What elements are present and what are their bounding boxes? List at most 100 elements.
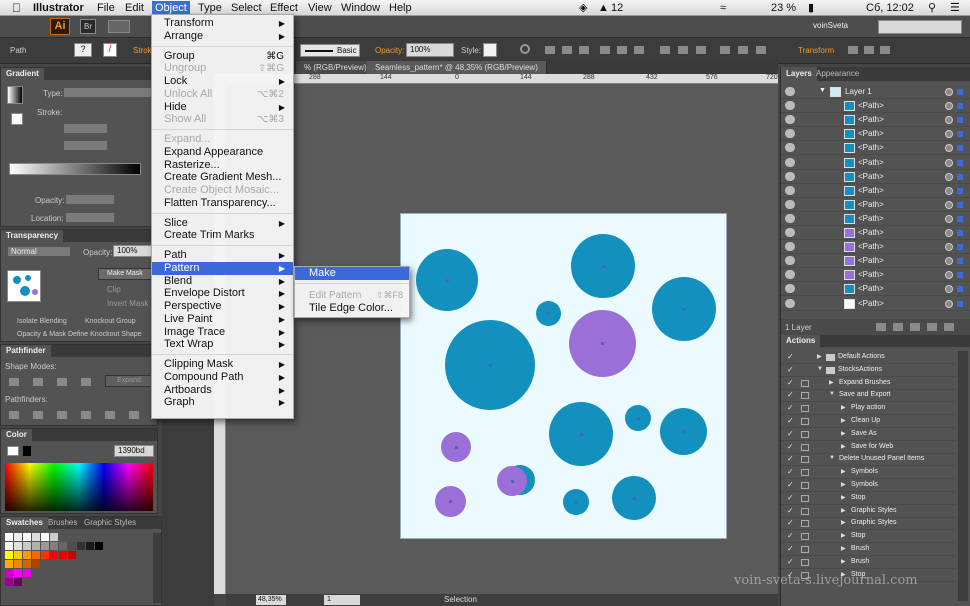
selection-indicator[interactable] [957, 173, 963, 180]
action-row[interactable]: ✓ ▶ Save for Web [781, 441, 956, 454]
delete-layer-icon[interactable] [944, 323, 954, 331]
expand-triangle-icon[interactable]: ▶ [841, 545, 846, 552]
action-row[interactable]: ✓ ▶ Symbols [781, 466, 956, 480]
tab-actions[interactable]: Actions [781, 335, 821, 347]
transform-link[interactable]: Transform [798, 46, 834, 55]
action-row[interactable]: ✓ ▶ Save As [781, 428, 956, 441]
purple-circle[interactable] [569, 310, 636, 377]
minus-front-icon[interactable] [33, 378, 43, 386]
tab-gradient[interactable]: Gradient [1, 68, 44, 80]
selection-indicator[interactable] [957, 230, 963, 236]
selection-indicator[interactable] [957, 272, 963, 279]
make-mask-button[interactable]: Make Mask [98, 268, 152, 280]
action-row[interactable]: ✓ ▶ Expand Brushes [781, 377, 956, 390]
isolate-group-icon[interactable] [848, 46, 858, 54]
action-row[interactable]: ✓ ▶ Brush [781, 543, 956, 556]
blue-circle[interactable] [536, 301, 561, 326]
gradient-opacity-field[interactable] [65, 194, 115, 205]
menu-item-show-all[interactable]: Show All ⌥⌘3 [152, 113, 293, 126]
expand-triangle-icon[interactable]: ▶ [841, 507, 846, 514]
artboard-navigation[interactable]: 1 [324, 595, 360, 605]
action-row[interactable]: ✓ ▶ Brush [781, 556, 956, 569]
dialog-toggle-icon[interactable] [801, 405, 809, 413]
menu-item-blend[interactable]: Blend ▶ [152, 275, 293, 288]
align-right-icon[interactable] [579, 46, 589, 54]
adobe-icon[interactable]: ▲ [598, 1, 609, 15]
purple-circle[interactable] [497, 466, 527, 496]
menu-item-perspective[interactable]: Perspective ▶ [152, 300, 293, 313]
visibility-eye-icon[interactable] [785, 242, 795, 252]
blue-circle[interactable] [571, 234, 635, 298]
menu-help[interactable]: Help [389, 1, 412, 15]
menu-item-compound-path[interactable]: Compound Path ▶ [152, 371, 293, 384]
clip-checkbox[interactable]: Clip [107, 285, 121, 294]
tab-document-seamless-pattern[interactable]: Seamless_pattern* @ 48,35% (RGB/Preview) [367, 61, 547, 74]
check-icon[interactable]: ✓ [787, 378, 794, 387]
expand-triangle-icon[interactable]: ▶ [841, 494, 846, 501]
check-icon[interactable]: ✓ [787, 403, 794, 412]
actions-scrollbar[interactable] [958, 351, 968, 601]
target-icon[interactable] [945, 130, 953, 139]
expand-triangle-icon[interactable]: ▶ [841, 430, 846, 437]
check-icon[interactable]: ✓ [787, 518, 794, 527]
visibility-eye-icon[interactable] [785, 115, 795, 125]
selection-indicator[interactable] [957, 215, 963, 222]
visibility-eye-icon[interactable] [785, 270, 795, 280]
expand-triangle-icon[interactable]: ▼ [819, 87, 826, 94]
visibility-eye-icon[interactable] [785, 228, 795, 237]
opacity-mask-checkbox[interactable]: Opacity & Mask Define Knockout Shape [17, 331, 142, 338]
visibility-eye-icon[interactable] [785, 298, 795, 308]
path-row[interactable]: <Path> [781, 226, 970, 240]
path-row[interactable]: <Path> [781, 297, 970, 311]
menu-item-tile-edge-color[interactable]: Tile Edge Color... [295, 302, 409, 315]
action-row[interactable]: ✓ ▶ Graphic Styles [781, 517, 956, 531]
black-swatch[interactable] [23, 446, 31, 456]
target-icon[interactable] [945, 229, 953, 237]
menu-edit[interactable]: Edit [125, 1, 144, 15]
target-icon[interactable] [945, 88, 953, 96]
path-row[interactable]: <Path> [781, 184, 970, 198]
dialog-toggle-icon[interactable] [801, 418, 809, 425]
expand-triangle-icon[interactable]: ▶ [829, 379, 834, 386]
panel-menu-icon[interactable] [880, 46, 890, 54]
swatch-grid[interactable] [5, 533, 145, 603]
path-row[interactable]: <Path> [781, 99, 970, 114]
align-left-icon[interactable] [545, 46, 555, 54]
align-center-icon[interactable] [562, 46, 572, 54]
menu-item-image-trace[interactable]: Image Trace ▶ [152, 326, 293, 339]
minus-back-icon[interactable] [129, 411, 139, 419]
selection-indicator[interactable] [957, 258, 963, 265]
apple-icon[interactable]:  [12, 1, 21, 15]
opacity-input[interactable]: 100% [406, 43, 454, 57]
dialog-toggle-icon[interactable] [801, 520, 809, 528]
dialog-toggle-icon[interactable] [801, 546, 809, 553]
selection-indicator[interactable] [957, 187, 963, 194]
menu-item-flatten-transparency[interactable]: Flatten Transparency... [152, 197, 293, 210]
selection-indicator[interactable] [957, 131, 963, 138]
menu-item-unlock-all[interactable]: Unlock All ⌥⌘2 [152, 88, 293, 101]
align-bottom-icon[interactable] [634, 46, 644, 54]
expand-triangle-icon[interactable]: ▶ [841, 481, 846, 488]
target-icon[interactable] [945, 144, 953, 153]
visibility-eye-icon[interactable] [785, 284, 795, 294]
target-icon[interactable] [945, 299, 953, 308]
none-swatch[interactable] [7, 446, 19, 456]
visibility-eye-icon[interactable] [785, 143, 795, 153]
trim-icon[interactable] [33, 411, 43, 419]
menu-file[interactable]: File [97, 1, 115, 15]
target-icon[interactable] [945, 214, 953, 223]
tab-graphic-styles[interactable]: Graphic Styles [79, 517, 141, 529]
distribute-bottom-icon[interactable] [696, 46, 706, 54]
visibility-eye-icon[interactable] [785, 256, 795, 266]
brush-definition-dropdown[interactable]: Basic [300, 44, 360, 57]
expand-triangle-icon[interactable]: ▶ [841, 443, 846, 450]
selection-indicator[interactable] [957, 244, 963, 251]
tab-brushes[interactable]: Brushes [43, 517, 82, 529]
menu-view[interactable]: View [308, 1, 332, 15]
target-icon[interactable] [945, 200, 953, 209]
menu-object[interactable]: Object [152, 1, 190, 15]
current-tool-status[interactable]: Selection [444, 595, 477, 604]
knockout-group-checkbox[interactable]: Knockout Group [85, 318, 136, 325]
purple-circle[interactable] [441, 432, 471, 462]
menu-item-envelope-distort[interactable]: Envelope Distort ▶ [152, 287, 293, 300]
